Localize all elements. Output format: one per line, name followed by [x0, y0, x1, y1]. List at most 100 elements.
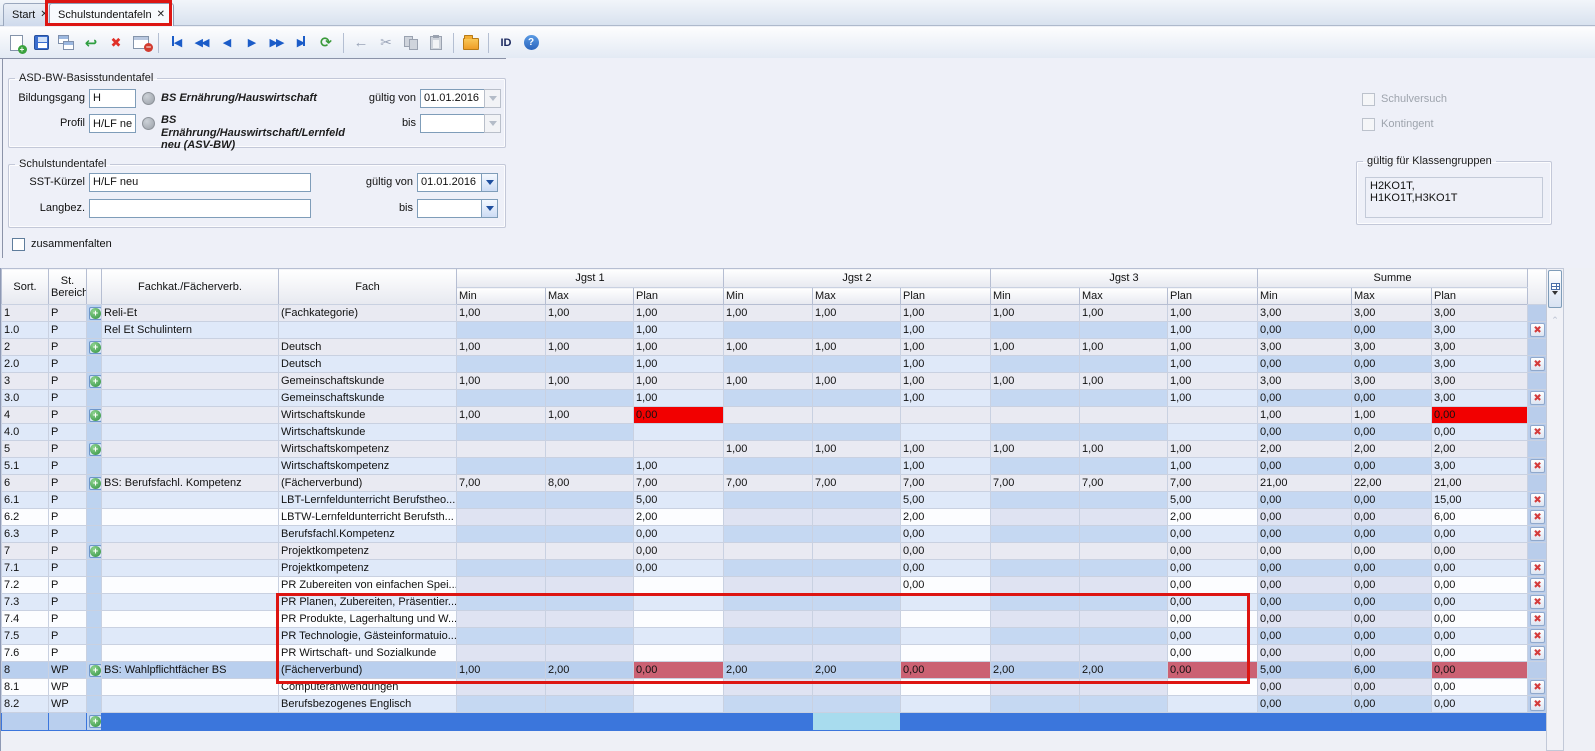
cell-value[interactable]: [546, 628, 634, 645]
cell-value[interactable]: [457, 441, 546, 458]
cell-fachkat[interactable]: [102, 543, 279, 560]
cell-value[interactable]: 5,00: [634, 492, 724, 509]
cell-value[interactable]: [813, 390, 901, 407]
schulversuch-checkbox[interactable]: [1362, 93, 1375, 106]
cell-value[interactable]: 0,00: [1352, 322, 1432, 339]
header-min[interactable]: Min: [457, 288, 546, 305]
cell-value[interactable]: 1,00: [634, 458, 724, 475]
cell-fachkat[interactable]: [102, 594, 279, 611]
cell-value[interactable]: 1,00: [901, 390, 991, 407]
cell-value[interactable]: 2,00: [1352, 441, 1432, 458]
delete-row-button[interactable]: ✖: [1528, 424, 1546, 441]
cut-icon[interactable]: ✂: [375, 32, 397, 54]
cell-value[interactable]: 6,00: [1432, 509, 1528, 526]
cell-fach[interactable]: Projektkompetenz: [279, 543, 457, 560]
tab-close-icon[interactable]: ✕: [157, 10, 165, 20]
cell-fachkat[interactable]: [102, 509, 279, 526]
expand-row-button[interactable]: +: [87, 662, 102, 679]
cell-value[interactable]: 7,00: [1168, 475, 1258, 492]
cell-value[interactable]: [813, 424, 901, 441]
cell-value[interactable]: 2,00: [1080, 662, 1168, 679]
cell-value[interactable]: [813, 356, 901, 373]
cell-fachkat[interactable]: [102, 526, 279, 543]
cell-value[interactable]: [724, 679, 813, 696]
expand-row-button[interactable]: +: [87, 407, 102, 424]
delete-row-button[interactable]: ✖: [1528, 356, 1546, 373]
cell-value[interactable]: 1,00: [813, 441, 901, 458]
cell-value[interactable]: 0,00: [1258, 543, 1352, 560]
cell-value[interactable]: 3,00: [1352, 373, 1432, 390]
cell-value[interactable]: 1,00: [724, 339, 813, 356]
cell-value[interactable]: 0,00: [901, 560, 991, 577]
cell-value[interactable]: 1,00: [457, 305, 546, 322]
cell-value[interactable]: [724, 492, 813, 509]
cell-value[interactable]: [991, 543, 1080, 560]
cell-value[interactable]: 0,00: [1432, 424, 1528, 441]
cell-value[interactable]: [546, 577, 634, 594]
cell-fachkat[interactable]: [102, 373, 279, 390]
cell-value[interactable]: [546, 526, 634, 543]
cell-value[interactable]: [1080, 526, 1168, 543]
cell-value[interactable]: [457, 577, 546, 594]
cell-fachkat[interactable]: [102, 339, 279, 356]
cell-fachkat[interactable]: [102, 407, 279, 424]
nav-next-icon[interactable]: ▶: [240, 32, 262, 54]
cell-fach[interactable]: [279, 322, 457, 339]
cell-fachkat[interactable]: [102, 458, 279, 475]
cell-value[interactable]: [813, 526, 901, 543]
cell-value[interactable]: 1,00: [813, 373, 901, 390]
cell-value[interactable]: 2,00: [813, 662, 901, 679]
cell-value[interactable]: 0,00: [1432, 679, 1528, 696]
cell-value[interactable]: [724, 458, 813, 475]
cell-value[interactable]: [457, 356, 546, 373]
cell-value[interactable]: 1,00: [1080, 339, 1168, 356]
basis-bis-input[interactable]: [420, 114, 484, 133]
header-icon-column[interactable]: [87, 269, 102, 305]
delete-row-button[interactable]: ✖: [1528, 390, 1546, 407]
cell-value[interactable]: 0,00: [1258, 509, 1352, 526]
cell-value[interactable]: 1,00: [1258, 407, 1352, 424]
cell-value[interactable]: [546, 679, 634, 696]
cell-value[interactable]: 0,00: [1432, 526, 1528, 543]
cell-value[interactable]: [546, 594, 634, 611]
cell-value[interactable]: [546, 560, 634, 577]
cell-value[interactable]: 1,00: [634, 390, 724, 407]
header-fachkat[interactable]: Fachkat./Fächerverb.: [102, 269, 279, 305]
cell-value[interactable]: 1,00: [901, 356, 991, 373]
header-group-jgst1[interactable]: Jgst 1: [457, 269, 724, 288]
cell-value[interactable]: 0,00: [901, 577, 991, 594]
cell-fachkat[interactable]: [102, 441, 279, 458]
cell-value[interactable]: 3,00: [1432, 390, 1528, 407]
cell-value[interactable]: 0,00: [1352, 492, 1432, 509]
cell-value[interactable]: 0,00: [1352, 424, 1432, 441]
cell-value[interactable]: [546, 424, 634, 441]
delete-record-icon[interactable]: ✖: [105, 32, 127, 54]
cell-value[interactable]: 1,00: [546, 373, 634, 390]
cell-value[interactable]: [724, 407, 813, 424]
cell-value[interactable]: 7,00: [813, 475, 901, 492]
cell-value[interactable]: [991, 407, 1080, 424]
header-fach[interactable]: Fach: [279, 269, 457, 305]
cell-value[interactable]: 0,00: [1258, 390, 1352, 407]
cell-value[interactable]: [901, 645, 991, 662]
cell-value[interactable]: 0,00: [1258, 424, 1352, 441]
delete-row-button[interactable]: ✖: [1528, 696, 1546, 713]
kontingent-checkbox[interactable]: [1362, 118, 1375, 131]
cell-value[interactable]: 0,00: [1352, 628, 1432, 645]
cell-value[interactable]: 0,00: [634, 662, 724, 679]
cell-value[interactable]: 6,00: [1352, 662, 1432, 679]
cell-value[interactable]: [1168, 407, 1258, 424]
cell-value[interactable]: 1,00: [813, 305, 901, 322]
cell-value[interactable]: [457, 560, 546, 577]
cell-value[interactable]: [724, 611, 813, 628]
cell-fachkat[interactable]: [102, 492, 279, 509]
cell-value[interactable]: [813, 645, 901, 662]
cell-fach[interactable]: (Fächerverbund): [279, 662, 457, 679]
cell-value[interactable]: [457, 628, 546, 645]
cell-value[interactable]: [1080, 628, 1168, 645]
cell-value[interactable]: 2,00: [634, 509, 724, 526]
cell-value[interactable]: [724, 577, 813, 594]
cell-value[interactable]: 0,00: [1168, 628, 1258, 645]
column-chooser-button[interactable]: [1548, 270, 1562, 308]
cell-value[interactable]: 7,00: [1080, 475, 1168, 492]
